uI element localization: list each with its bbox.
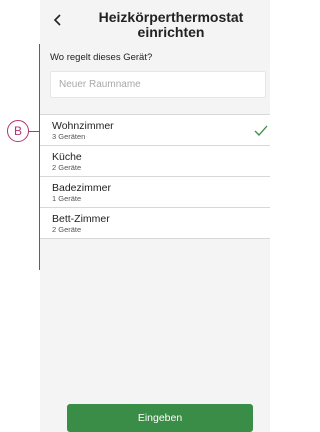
annotation-connector (29, 131, 39, 132)
room-device-count: 1 Geräte (52, 194, 82, 203)
room-list-item-bett-zimmer[interactable]: Bett-Zimmer 2 Geräte (40, 208, 270, 239)
room-name: Badezimmer (52, 182, 111, 194)
room-name: Küche (52, 151, 82, 163)
room-device-count: 3 Geräten (52, 132, 86, 141)
room-list-item-kueche[interactable]: Küche 2 Geräte (40, 146, 270, 177)
page-title: Heizkörperthermostat einrichten (98, 9, 244, 40)
checkmark-icon (254, 124, 268, 136)
room-name-field[interactable] (50, 71, 266, 98)
room-name: Wohnzimmer (52, 120, 114, 132)
annotation-callout-b: B (7, 120, 29, 142)
room-name: Bett-Zimmer (52, 213, 110, 225)
chevron-left-icon[interactable] (52, 13, 64, 27)
room-list-item-wohnzimmer[interactable]: Wohnzimmer 3 Geräten (40, 115, 270, 146)
room-name-input[interactable] (51, 72, 265, 97)
room-device-count: 2 Geräte (52, 225, 82, 234)
submit-button[interactable]: Eingeben (67, 404, 253, 432)
app-header: Heizkörperthermostat einrichten (40, 0, 270, 46)
room-prompt-label: Wo regelt dieses Gerät? (50, 52, 153, 63)
room-device-count: 2 Geräte (52, 163, 82, 172)
room-list: Wohnzimmer 3 Geräten Küche 2 Geräte Bade… (40, 114, 270, 239)
screenshot-canvas: B Heizkörperthermostat einrichten Wo reg… (0, 0, 270, 432)
app-screen: Heizkörperthermostat einrichten Wo regel… (40, 0, 270, 432)
room-list-item-badezimmer[interactable]: Badezimmer 1 Geräte (40, 177, 270, 208)
